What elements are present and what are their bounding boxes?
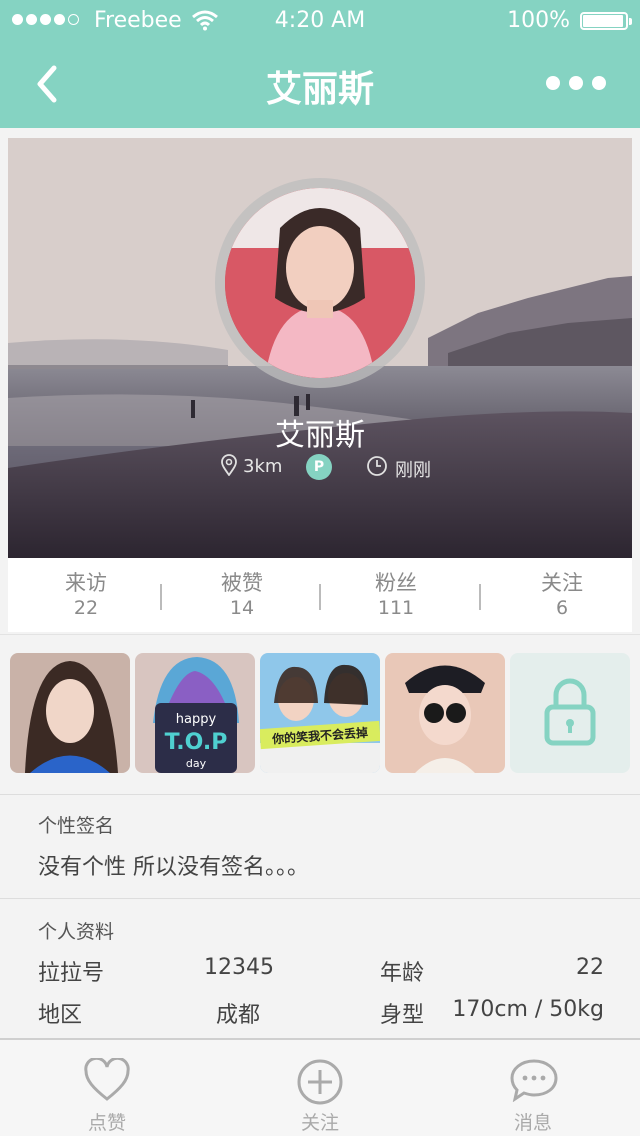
- stat-value: 14: [229, 597, 255, 619]
- detail-key: 地区: [38, 1003, 83, 1028]
- stat-value: 6: [555, 597, 569, 619]
- location-pin-icon: [221, 454, 237, 476]
- tab-like[interactable]: 点赞: [27, 1040, 187, 1136]
- tab-messages[interactable]: 消息: [453, 1040, 613, 1136]
- stat-value: 22: [73, 597, 99, 619]
- status-bar: Freebee 4:20 AM 100%: [0, 0, 640, 40]
- padlock-icon: [544, 678, 596, 746]
- last-active: 刚刚: [395, 460, 431, 481]
- details-section: 个人资料 拉拉号 12345 年龄 22 地区 成都 身型 170cm / 50…: [0, 898, 640, 1038]
- photo-thumbnail[interactable]: [385, 653, 505, 773]
- signature-text: 没有个性 所以没有签名。。。: [38, 855, 309, 880]
- detail-value: 170cm / 50kg: [452, 997, 604, 1022]
- avatar[interactable]: [225, 188, 415, 378]
- chevron-left-icon[interactable]: [30, 60, 66, 108]
- clock-icon: [367, 456, 387, 476]
- bottom-tab-bar: 点赞 关注 消息: [0, 1038, 640, 1136]
- detail-key: 拉拉号: [38, 961, 105, 986]
- detail-value: 成都: [216, 1003, 261, 1028]
- stat-likes[interactable]: 被赞 14: [164, 570, 320, 620]
- details-heading: 个人资料: [38, 921, 115, 943]
- battery-percent: 100%: [507, 8, 570, 33]
- profile-name: 艾丽斯: [275, 418, 365, 453]
- detail-value: 22: [576, 955, 604, 980]
- photo-thumbnail[interactable]: [10, 653, 130, 773]
- stat-label: 被赞: [221, 571, 263, 595]
- photo-strip: happy T.O.P day 你的笑我不会丢掉: [0, 634, 640, 792]
- signature-heading: 个性签名: [38, 815, 115, 837]
- stat-label: 来访: [65, 571, 107, 595]
- stats-bar: 来访 22 被赞 14 粉丝 111 关注 6: [8, 558, 632, 632]
- photo-thumbnail[interactable]: happy T.O.P day: [135, 653, 255, 773]
- profile-banner: 艾丽斯 3km P 刚刚: [8, 138, 632, 558]
- svg-text:day: day: [186, 757, 207, 770]
- divider: [479, 584, 481, 610]
- navigation-bar: 艾丽斯: [0, 40, 640, 128]
- heart-icon: [84, 1058, 130, 1101]
- detail-value: 12345: [204, 955, 274, 980]
- tab-label: 关注: [300, 1112, 339, 1134]
- detail-key: 身型: [380, 1003, 425, 1028]
- top-bar: Freebee 4:20 AM 100% 艾丽斯: [0, 0, 640, 128]
- p-badge: P: [306, 454, 332, 480]
- more-horizontal-icon[interactable]: [546, 76, 606, 90]
- page-title: 艾丽斯: [265, 69, 374, 110]
- signature-section: 个性签名 没有个性 所以没有签名。。。: [0, 794, 640, 898]
- distance: 3km: [243, 456, 283, 477]
- tab-label: 消息: [513, 1112, 552, 1134]
- tab-label: 点赞: [87, 1112, 126, 1134]
- stat-value: 111: [377, 597, 415, 619]
- locked-photo[interactable]: [510, 653, 630, 773]
- detail-key: 年龄: [380, 961, 425, 986]
- plus-circle-icon: [297, 1059, 343, 1105]
- stat-following[interactable]: 关注 6: [484, 570, 640, 620]
- divider: [160, 584, 162, 610]
- battery-icon: [580, 12, 632, 30]
- stat-fans[interactable]: 粉丝 111: [318, 570, 474, 620]
- photo-thumbnail[interactable]: 你的笑我不会丢掉: [260, 653, 380, 773]
- svg-text:happy: happy: [176, 712, 217, 727]
- tab-follow[interactable]: 关注: [240, 1040, 400, 1136]
- chat-bubble-icon: [510, 1059, 558, 1102]
- stat-label: 关注: [541, 571, 583, 595]
- stat-visits[interactable]: 来访 22: [8, 570, 164, 620]
- stat-label: 粉丝: [375, 571, 417, 595]
- svg-text:T.O.P: T.O.P: [165, 730, 228, 755]
